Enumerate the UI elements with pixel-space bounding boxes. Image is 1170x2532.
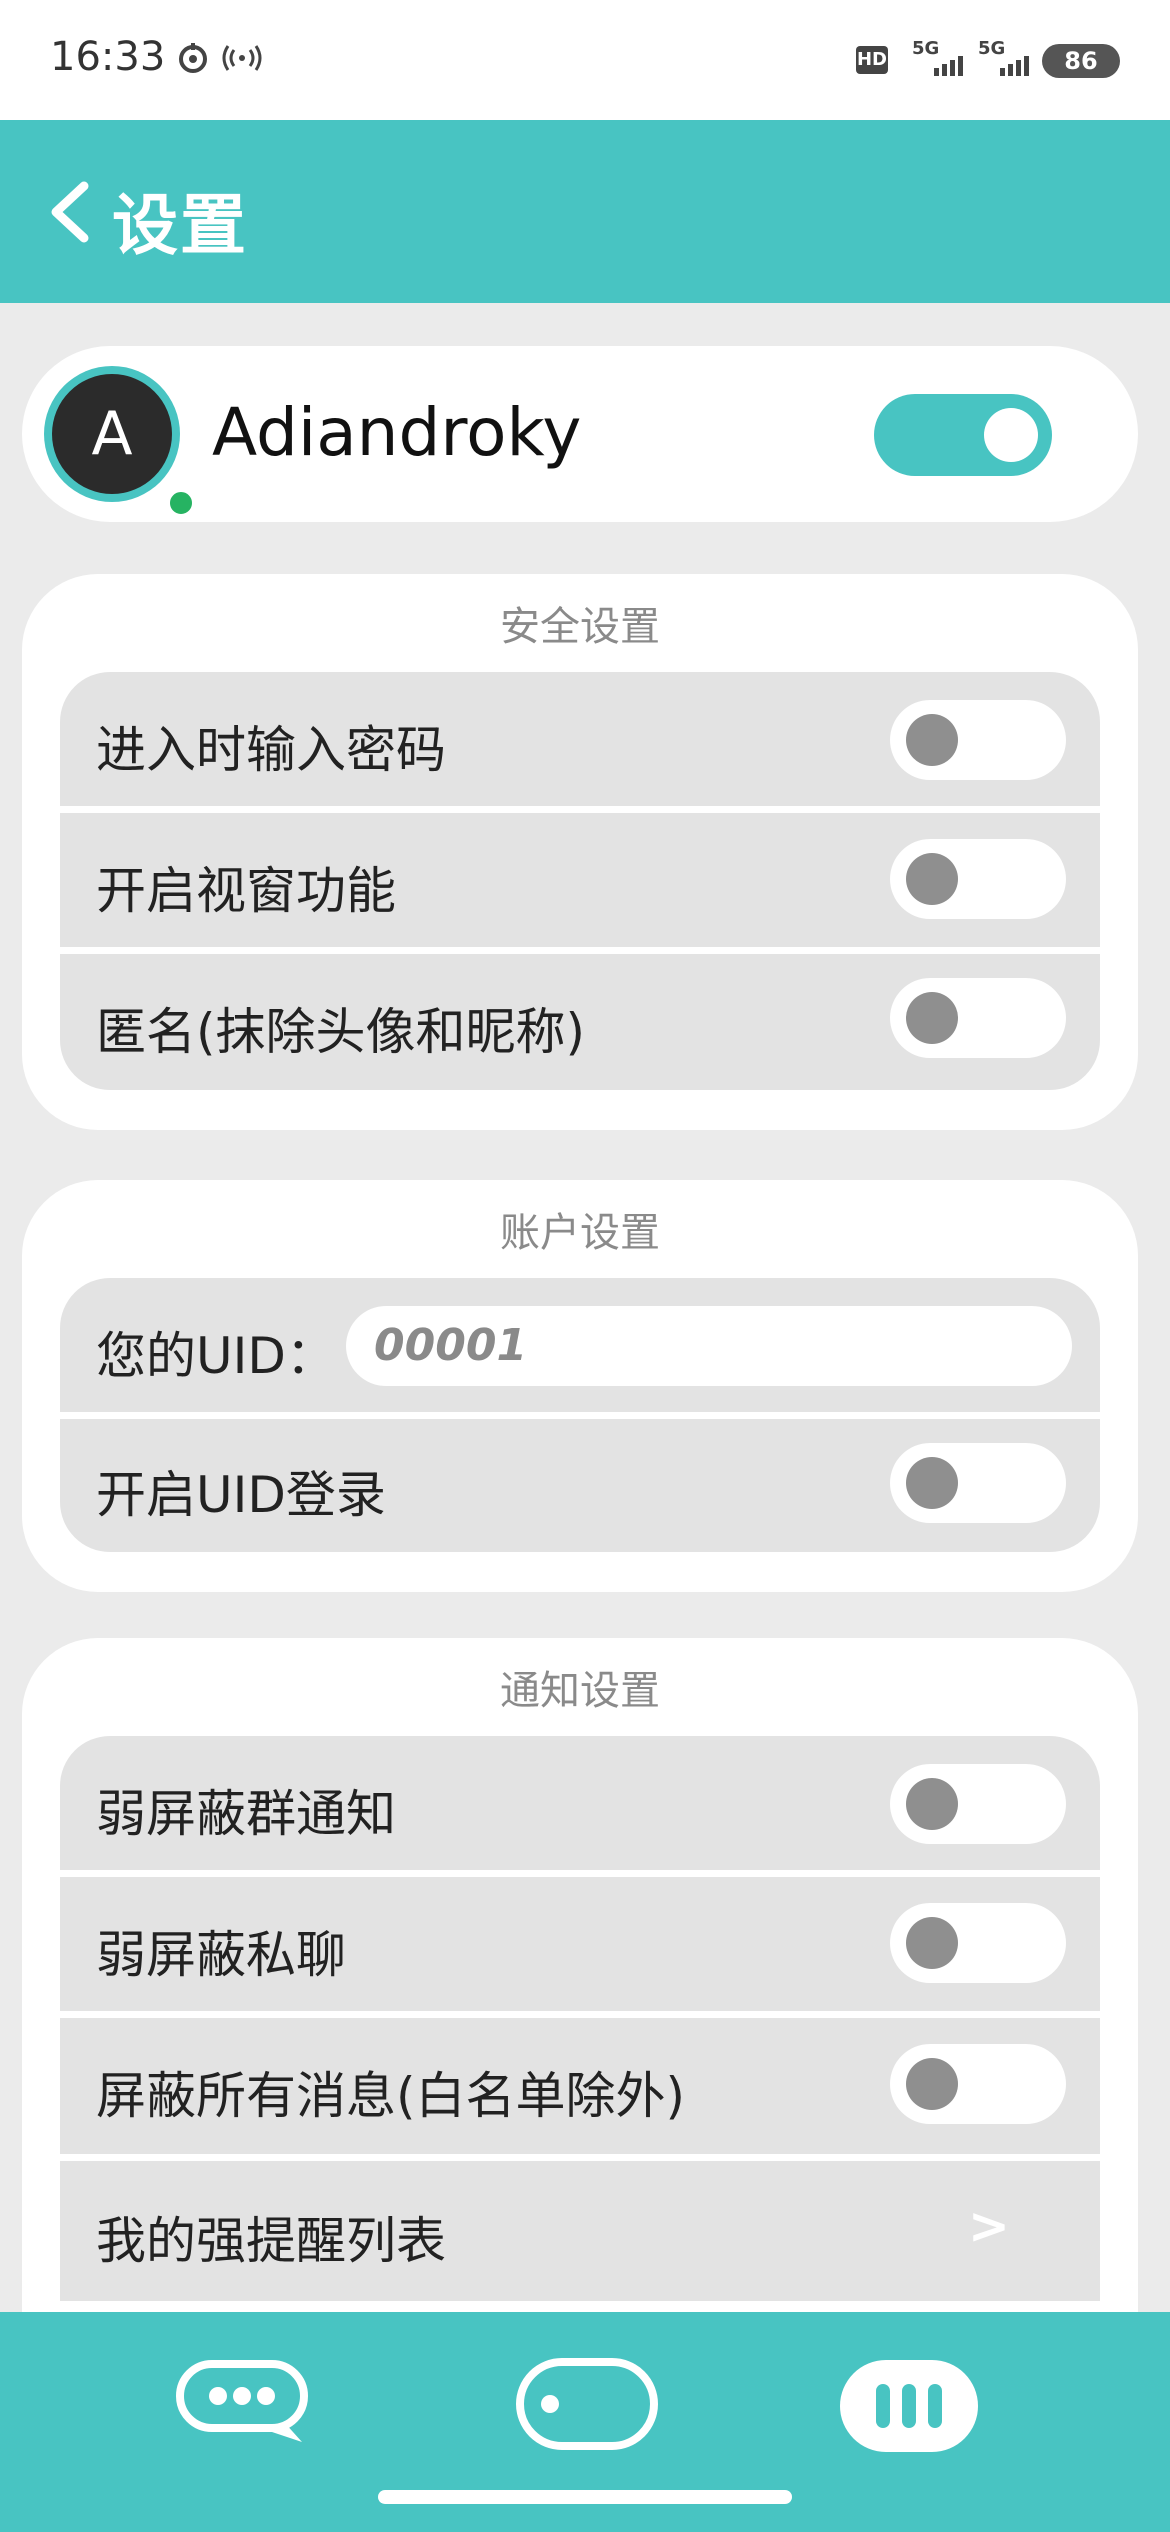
notification-settings-card: 通知设置 弱屏蔽群通知 弱屏蔽私聊 屏蔽所有消息(白名单除外) 我的强提醒列表 …: [22, 1638, 1138, 2398]
hd-badge: HD: [856, 46, 888, 74]
private-chat-toggle[interactable]: [890, 1903, 1066, 1983]
home-indicator[interactable]: [378, 2490, 792, 2504]
group-notify-toggle[interactable]: [890, 1764, 1066, 1844]
setting-row-window: 开启视窗功能: [60, 813, 1100, 947]
profile-card: A Adiandroky: [22, 346, 1138, 522]
reminder-list-row[interactable]: 我的强提醒列表 >: [60, 2161, 1100, 2301]
block-all-toggle[interactable]: [890, 2044, 1066, 2124]
setting-label: 屏蔽所有消息(白名单除外): [96, 2067, 686, 2125]
section-title-account: 账户设置: [500, 1210, 660, 1256]
section-title-security: 安全设置: [500, 604, 660, 650]
setting-label: 开启UID登录: [96, 1466, 386, 1524]
setting-label: 开启视窗功能: [96, 862, 396, 920]
app-header: 设置: [0, 120, 1170, 303]
status-time: 16:33: [50, 34, 166, 80]
setting-label: 匿名(抹除头像和昵称): [96, 1003, 586, 1061]
setting-label: 我的强提醒列表: [96, 2212, 446, 2270]
account-group: 您的UID： 00001 开启UID登录: [60, 1278, 1100, 1552]
password-toggle[interactable]: [890, 700, 1066, 780]
hotspot-icon: [222, 45, 262, 71]
toggle-knob: [906, 1457, 958, 1509]
notification-icon: [179, 43, 207, 73]
page-title: 设置: [112, 187, 248, 264]
status-bar: 16:33 HD 5G 5G 86: [0, 0, 1170, 120]
setting-row-block-all: 屏蔽所有消息(白名单除外): [60, 2018, 1100, 2154]
toggle-knob: [906, 1917, 958, 1969]
chat-bubble-icon[interactable]: [172, 2356, 312, 2456]
back-button[interactable]: [40, 172, 120, 252]
chevron-right-icon: >: [968, 2197, 1010, 2255]
menu-bars-icon[interactable]: [836, 2356, 982, 2456]
battery-indicator: 86: [1042, 44, 1120, 78]
security-group: 进入时输入密码 开启视窗功能 匿名(抹除头像和昵称): [60, 672, 1100, 1090]
signal-bars-icon: [934, 56, 963, 76]
signal-bars-icon: [1000, 56, 1029, 76]
setting-row-private-chat: 弱屏蔽私聊: [60, 1877, 1100, 2011]
avatar-letter: A: [52, 374, 172, 494]
setting-label: 弱屏蔽群通知: [96, 1785, 396, 1843]
setting-row-group-notify: 弱屏蔽群通知: [60, 1736, 1100, 1870]
toggle-pill-icon[interactable]: [514, 2356, 660, 2456]
security-settings-card: 安全设置 进入时输入密码 开启视窗功能 匿名(抹除头像和昵称): [22, 574, 1138, 1130]
toggle-knob: [906, 2058, 958, 2110]
setting-row-uid-login: 开启UID登录: [60, 1419, 1100, 1552]
toggle-knob: [984, 408, 1038, 462]
setting-row-anonymous: 匿名(抹除头像和昵称): [60, 954, 1100, 1090]
account-settings-card: 账户设置 您的UID： 00001 开启UID登录: [22, 1180, 1138, 1592]
setting-row-uid: 您的UID： 00001: [60, 1278, 1100, 1412]
toggle-knob: [906, 853, 958, 905]
anonymous-toggle[interactable]: [890, 978, 1066, 1058]
username: Adiandroky: [212, 394, 582, 471]
toggle-knob: [906, 992, 958, 1044]
online-status-dot: [166, 488, 196, 518]
uid-login-toggle[interactable]: [890, 1443, 1066, 1523]
uid-label: 您的UID：: [96, 1327, 336, 1385]
uid-value: 00001: [374, 1320, 528, 1371]
section-title-notifications: 通知设置: [500, 1668, 660, 1714]
profile-toggle[interactable]: [874, 394, 1052, 476]
window-toggle[interactable]: [890, 839, 1066, 919]
uid-field[interactable]: 00001: [346, 1306, 1072, 1386]
setting-label: 进入时输入密码: [96, 721, 446, 779]
toggle-knob: [906, 1778, 958, 1830]
toggle-knob: [906, 714, 958, 766]
setting-label: 弱屏蔽私聊: [96, 1926, 346, 1984]
avatar[interactable]: A: [44, 366, 196, 518]
setting-row-password: 进入时输入密码: [60, 672, 1100, 806]
